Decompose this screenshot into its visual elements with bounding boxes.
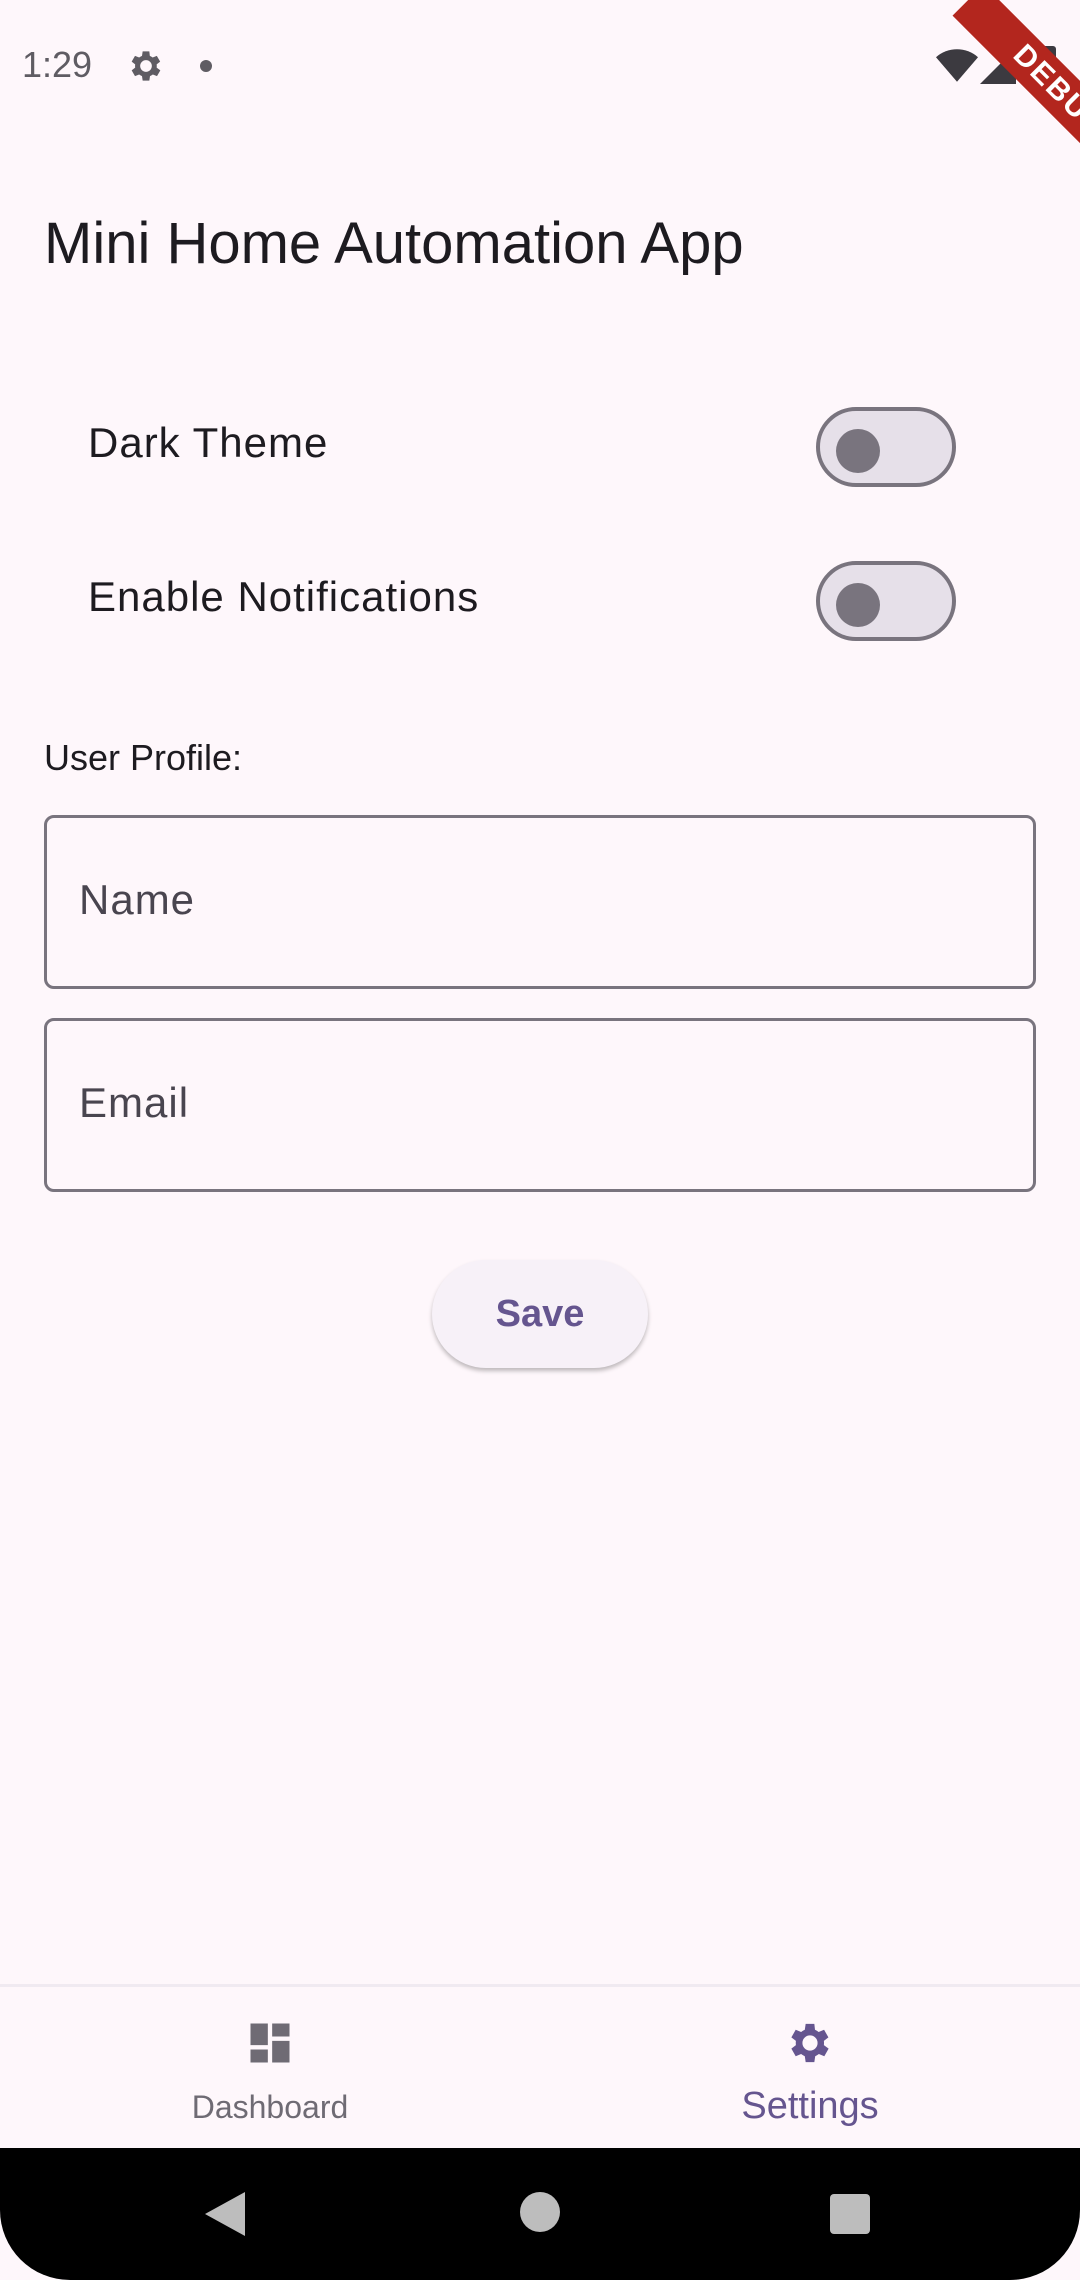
enable-notifications-label: Enable Notifications bbox=[88, 573, 480, 620]
recents-icon[interactable] bbox=[830, 2194, 870, 2234]
page-title: Mini Home Automation App bbox=[44, 211, 744, 276]
notification-dot-icon bbox=[200, 60, 212, 72]
switch-knob bbox=[836, 429, 880, 473]
email-placeholder: Email bbox=[79, 1079, 190, 1126]
save-button[interactable]: Save bbox=[432, 1260, 648, 1368]
nav-item-dashboard[interactable]: Dashboard bbox=[0, 1987, 540, 2151]
wifi-icon bbox=[936, 49, 978, 82]
enable-notifications-switch[interactable] bbox=[816, 561, 956, 641]
name-placeholder: Name bbox=[79, 876, 196, 923]
nav-label-dashboard: Dashboard bbox=[191, 2089, 349, 2125]
nav-label-settings: Settings bbox=[741, 2085, 879, 2127]
settings-gear-icon bbox=[791, 2023, 829, 2063]
dark-theme-label: Dark Theme bbox=[88, 419, 329, 466]
dark-theme-row: Dark Theme bbox=[44, 385, 1044, 505]
switch-knob bbox=[836, 583, 880, 627]
user-profile-label: User Profile: bbox=[44, 737, 243, 778]
back-icon[interactable] bbox=[205, 2192, 245, 2236]
enable-notifications-row: Enable Notifications bbox=[44, 539, 1044, 659]
nav-item-settings[interactable]: Settings bbox=[540, 1987, 1080, 2151]
status-time: 1:29 bbox=[22, 44, 93, 85]
email-field[interactable]: Email bbox=[44, 1018, 1036, 1192]
name-field[interactable]: Name bbox=[44, 815, 1036, 989]
status-bar: 1:29 bbox=[0, 0, 1080, 132]
gear-icon bbox=[131, 51, 161, 81]
dashboard-icon bbox=[250, 2023, 290, 2063]
system-navigation-bar bbox=[0, 2148, 1080, 2280]
dark-theme-switch[interactable] bbox=[816, 407, 956, 487]
home-icon[interactable] bbox=[520, 2192, 560, 2232]
bottom-navigation: Dashboard Settings bbox=[0, 1984, 1080, 2151]
